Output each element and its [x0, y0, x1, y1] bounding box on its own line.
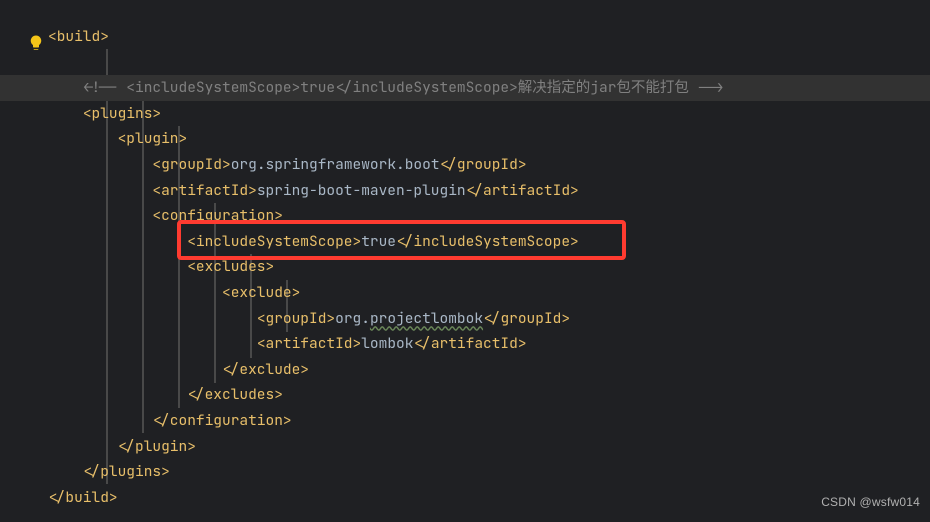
xml-tag: <exclude>	[222, 283, 300, 302]
code-line: <exclude>	[48, 280, 930, 306]
xml-tag: </includeSystemScope>	[396, 232, 579, 251]
xml-tag: <configuration>	[152, 206, 283, 225]
xml-tag: <plugins>	[83, 104, 161, 123]
code-line	[48, 50, 930, 76]
code-line: <configuration>	[48, 203, 930, 229]
xml-tag: <excludes>	[187, 257, 274, 276]
xml-tag: </exclude>	[222, 360, 309, 379]
code-line: <artifactId>spring-boot-maven-plugin</ar…	[48, 178, 930, 204]
lightbulb-icon[interactable]	[27, 34, 45, 52]
xml-tag: </artifactId>	[413, 334, 526, 353]
code-editor: <build> <!-- <includeSystemScope>true</i…	[0, 0, 930, 522]
code-line: <artifactId>lombok</artifactId>	[48, 331, 930, 357]
code-line: <groupId>org.projectlombok</groupId>	[48, 306, 930, 332]
code-line: <plugin>	[48, 126, 930, 152]
xml-tag: <artifactId>	[257, 334, 361, 353]
xml-tag: <plugin>	[118, 129, 188, 148]
xml-tag: </plugins>	[83, 462, 170, 481]
code-line: </excludes>	[48, 382, 930, 408]
code-line: <plugins>	[48, 101, 930, 127]
code-line-highlighted: <!-- <includeSystemScope>true</includeSy…	[48, 75, 930, 101]
xml-tag: </plugin>	[118, 437, 196, 456]
code-line: </configuration>	[48, 408, 930, 434]
xml-tag: </groupId>	[483, 309, 570, 328]
xml-text: org.springframework.boot	[231, 155, 440, 174]
xml-comment: <!-- <includeSystemScope>true</includeSy…	[83, 78, 724, 97]
xml-tag: <artifactId>	[152, 181, 256, 200]
code-line: <excludes>	[48, 254, 930, 280]
xml-tag: </excludes>	[187, 385, 283, 404]
xml-tag: <groupId>	[152, 155, 230, 174]
xml-tag: <build>	[48, 27, 109, 46]
xml-tag: <includeSystemScope>	[187, 232, 361, 251]
xml-text-warning: projectlombok	[370, 309, 483, 328]
xml-text: lombok	[361, 334, 413, 353]
code-line: <includeSystemScope>true</includeSystemS…	[48, 229, 930, 255]
code-area[interactable]: <build> <!-- <includeSystemScope>true</i…	[48, 24, 930, 510]
code-line: </plugins>	[48, 459, 930, 485]
xml-text: org.	[335, 309, 370, 328]
xml-tag: </artifactId>	[466, 181, 579, 200]
xml-tag: </configuration>	[152, 411, 291, 430]
xml-tag: <groupId>	[257, 309, 335, 328]
code-line: </plugin>	[48, 434, 930, 460]
xml-text: spring-boot-maven-plugin	[257, 181, 466, 200]
xml-text: true	[361, 232, 396, 251]
code-line: </exclude>	[48, 357, 930, 383]
code-line: <build>	[48, 24, 930, 50]
code-line: </build>	[48, 485, 930, 511]
xml-tag: </build>	[48, 488, 118, 507]
watermark: CSDN @wsfw014	[821, 490, 920, 516]
code-line: <groupId>org.springframework.boot</group…	[48, 152, 930, 178]
xml-tag: </groupId>	[440, 155, 527, 174]
